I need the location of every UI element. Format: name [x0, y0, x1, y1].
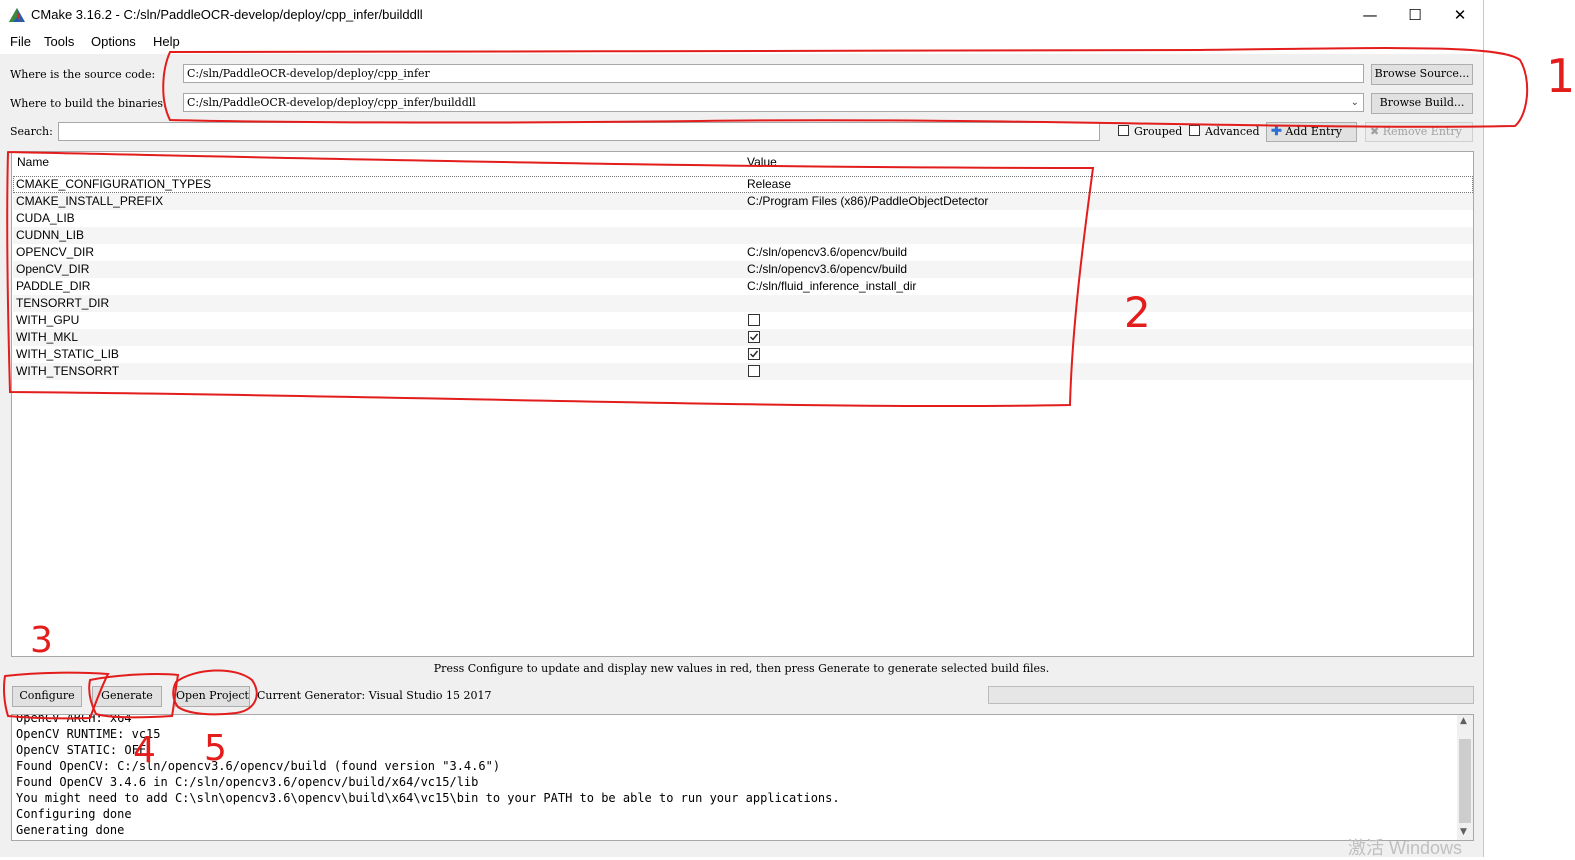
- output-line: You might need to add C:\sln\opencv3.6\o…: [16, 791, 840, 805]
- status-text: Press Configure to update and display ne…: [433, 662, 1050, 675]
- windows-activation-watermark: 激活 Windows: [1348, 838, 1463, 858]
- table-row[interactable]: WITH_MKL: [13, 329, 1473, 346]
- menu-bar: File Tools Options Help: [0, 30, 1483, 54]
- maximize-button[interactable]: ☐: [1392, 0, 1438, 30]
- configure-button[interactable]: Configure: [12, 686, 82, 707]
- table-row[interactable]: CMAKE_INSTALL_PREFIX C:/Program Files (x8…: [13, 193, 1473, 210]
- add-entry-button[interactable]: ✚ Add Entry: [1266, 122, 1357, 142]
- output-scrollbar[interactable]: ▲ ▼: [1457, 715, 1473, 840]
- cache-entry-name: CMAKE_CONFIGURATION_TYPES: [16, 177, 212, 191]
- cache-entry-name: OPENCV_DIR: [16, 245, 95, 259]
- cache-entry-value[interactable]: C:/sln/opencv3.6/opencv/build: [747, 245, 907, 259]
- window-title: CMake 3.16.2 - C:/sln/PaddleOCR-develop/…: [31, 7, 423, 22]
- source-label: Where is the source code:: [10, 68, 156, 81]
- close-button[interactable]: ✕: [1437, 0, 1483, 30]
- browse-source-button[interactable]: Browse Source...: [1371, 64, 1473, 85]
- progress-bar: [988, 686, 1474, 704]
- cache-entry-checkbox[interactable]: [748, 314, 760, 326]
- minimize-button[interactable]: —: [1347, 0, 1393, 30]
- minimize-icon: —: [1362, 6, 1378, 24]
- cache-entry-name: WITH_MKL: [16, 330, 79, 344]
- grouped-label: Grouped: [1134, 125, 1183, 138]
- search-label: Search:: [10, 125, 53, 138]
- output-line: OpenCV RUNTIME: vc15: [16, 727, 161, 741]
- remove-icon: ✖: [1370, 125, 1380, 138]
- cache-entry-name: WITH_TENSORRT: [16, 364, 120, 378]
- remove-entry-label: Remove Entry: [1382, 125, 1462, 138]
- advanced-label: Advanced: [1205, 125, 1260, 138]
- scroll-up-icon[interactable]: ▲: [1460, 716, 1467, 726]
- current-generator: Current Generator: Visual Studio 15 2017: [257, 689, 492, 702]
- cache-entry-name: CMAKE_INSTALL_PREFIX: [16, 194, 164, 208]
- generate-button[interactable]: Generate: [92, 686, 162, 707]
- output-line: OpenCV STATIC: OFF: [16, 743, 147, 757]
- annotation-label-1: 1: [1546, 49, 1575, 103]
- cache-entry-value[interactable]: C:/sln/opencv3.6/opencv/build: [747, 262, 907, 276]
- add-entry-label: Add Entry: [1285, 125, 1342, 138]
- output-line: Configuring done: [16, 807, 132, 821]
- plus-icon: ✚: [1271, 124, 1282, 139]
- menu-help[interactable]: Help: [153, 34, 180, 49]
- cache-entry-name: OpenCV_DIR: [16, 262, 90, 276]
- title-bar: CMake 3.16.2 - C:/sln/PaddleOCR-develop/…: [0, 0, 1483, 30]
- build-label: Where to build the binaries:: [10, 97, 167, 110]
- cache-entry-name: WITH_STATIC_LIB: [16, 347, 119, 361]
- cmake-logo-icon: [9, 8, 25, 22]
- cache-entry-name: CUDA_LIB: [16, 211, 75, 225]
- build-path-value: C:/sln/PaddleOCR-develop/deploy/cpp_infe…: [187, 96, 476, 109]
- cache-entry-checkbox[interactable]: [748, 331, 760, 343]
- cache-entry-name: TENSORRT_DIR: [16, 296, 110, 310]
- cache-entry-value[interactable]: C:/Program Files (x86)/PaddleObjectDetec…: [747, 194, 988, 208]
- table-row[interactable]: OpenCV_DIR C:/sln/opencv3.6/opencv/build: [13, 261, 1473, 278]
- cache-entry-value[interactable]: C:/sln/fluid_inference_install_dir: [747, 279, 916, 293]
- output-line: OpenCV ARCH: x64: [16, 714, 132, 725]
- cache-entry-name: PADDLE_DIR: [16, 279, 91, 293]
- build-path-combobox[interactable]: C:/sln/PaddleOCR-develop/deploy/cpp_infe…: [183, 93, 1364, 112]
- menu-options[interactable]: Options: [91, 34, 136, 49]
- table-row[interactable]: CMAKE_CONFIGURATION_TYPES Release: [13, 176, 1473, 193]
- output-line: Generating done: [16, 823, 125, 837]
- grouped-checkbox[interactable]: [1118, 125, 1129, 136]
- close-icon: ✕: [1453, 6, 1467, 24]
- table-row[interactable]: WITH_STATIC_LIB: [13, 346, 1473, 363]
- scroll-thumb[interactable]: [1459, 739, 1471, 823]
- table-row[interactable]: WITH_TENSORRT: [13, 363, 1473, 380]
- cache-table: Name Value CMAKE_CONFIGURATION_TYPES Rele…: [11, 151, 1474, 657]
- advanced-checkbox[interactable]: [1189, 125, 1200, 136]
- search-input[interactable]: [58, 122, 1100, 141]
- output-line: Found OpenCV 3.4.6 in C:/sln/opencv3.6/o…: [16, 775, 479, 789]
- cache-entry-checkbox[interactable]: [748, 348, 760, 360]
- table-row[interactable]: CUDNN_LIB: [13, 227, 1473, 244]
- column-header-value[interactable]: Value: [747, 155, 777, 169]
- cache-entry-name: WITH_GPU: [16, 313, 80, 327]
- table-row[interactable]: WITH_GPU: [13, 312, 1473, 329]
- cache-entry-checkbox[interactable]: [748, 365, 760, 377]
- column-header-name[interactable]: Name: [17, 155, 49, 169]
- remove-entry-button[interactable]: ✖ Remove Entry: [1365, 122, 1473, 142]
- output-line: Found OpenCV: C:/sln/opencv3.6/opencv/bu…: [16, 759, 501, 773]
- source-path-input[interactable]: C:/sln/PaddleOCR-develop/deploy/cpp_infe…: [183, 64, 1364, 83]
- menu-tools[interactable]: Tools: [44, 34, 74, 49]
- cmake-window: CMake 3.16.2 - C:/sln/PaddleOCR-develop/…: [0, 0, 1484, 857]
- cache-entry-name: CUDNN_LIB: [16, 228, 85, 242]
- menu-file[interactable]: File: [10, 34, 31, 49]
- output-log[interactable]: OpenCV ARCH: x64 OpenCV RUNTIME: vc15 Open…: [11, 714, 1474, 841]
- maximize-icon: ☐: [1408, 6, 1422, 24]
- table-row[interactable]: CUDA_LIB: [13, 210, 1473, 227]
- table-row[interactable]: PADDLE_DIR C:/sln/fluid_inference_install…: [13, 278, 1473, 295]
- table-row[interactable]: TENSORRT_DIR: [13, 295, 1473, 312]
- cache-entry-value[interactable]: Release: [747, 177, 791, 191]
- browse-build-button[interactable]: Browse Build...: [1371, 93, 1473, 114]
- open-project-button[interactable]: Open Project: [175, 686, 250, 707]
- chevron-down-icon[interactable]: ⌄: [1351, 94, 1359, 111]
- table-row[interactable]: OPENCV_DIR C:/sln/opencv3.6/opencv/build: [13, 244, 1473, 261]
